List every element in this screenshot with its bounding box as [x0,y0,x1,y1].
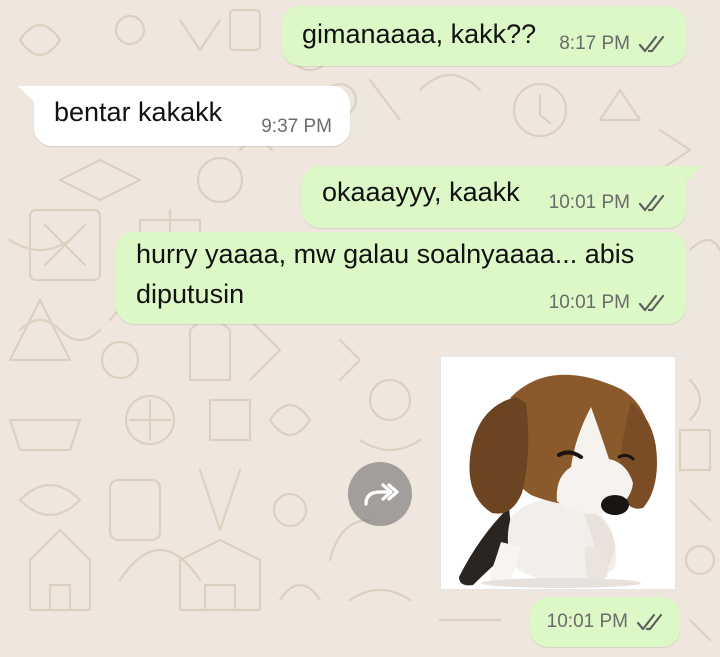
forward-button[interactable] [348,462,412,526]
message-text: bentar kakakk [54,97,223,127]
message-bubble-outgoing[interactable]: okaaayyy, kaakk 10:01 PM [302,166,686,228]
message-bubble-outgoing[interactable]: hurry yaaaa, mw galau soalnyaaaa... abis… [116,232,686,324]
message-meta: 10:01 PM [549,192,668,214]
message-text-line-1: hurry yaaaa, mw galau soalnyaaaa... abis [136,239,635,269]
message-text: gimanaaaa, kakk?? [302,19,537,49]
double-check-icon [638,294,665,312]
message-time: 9:37 PM [261,116,332,137]
message-meta: 9:37 PM [261,116,332,138]
double-check-icon [638,35,665,53]
message-meta: 10:01 PM [549,292,668,314]
message-meta: 10:01 PM [547,611,666,633]
sad-beagle-puppy-sticker [459,374,657,588]
message-bubble-outgoing[interactable]: gimanaaaa, kakk?? 8:17 PM [282,6,686,66]
message-time: 8:17 PM [559,33,630,54]
message-time: 10:01 PM [548,192,630,213]
message-text: okaaayyy, kaakk [322,177,520,207]
sticker-timestamp-bubble: 10:01 PM [530,597,680,647]
message-text-line-2: diputusin [136,279,245,309]
message-time: 10:01 PM [546,611,628,632]
sticker-message[interactable] [440,356,676,590]
message-meta: 8:17 PM [559,33,668,55]
message-time: 10:01 PM [548,292,630,313]
chat-area[interactable]: gimanaaaa, kakk?? 8:17 PM bentar kakakk … [0,0,720,657]
forward-arrow-icon [364,483,399,506]
double-check-icon [636,613,663,631]
double-check-icon [638,194,665,212]
message-bubble-incoming[interactable]: bentar kakakk 9:37 PM [34,86,350,146]
